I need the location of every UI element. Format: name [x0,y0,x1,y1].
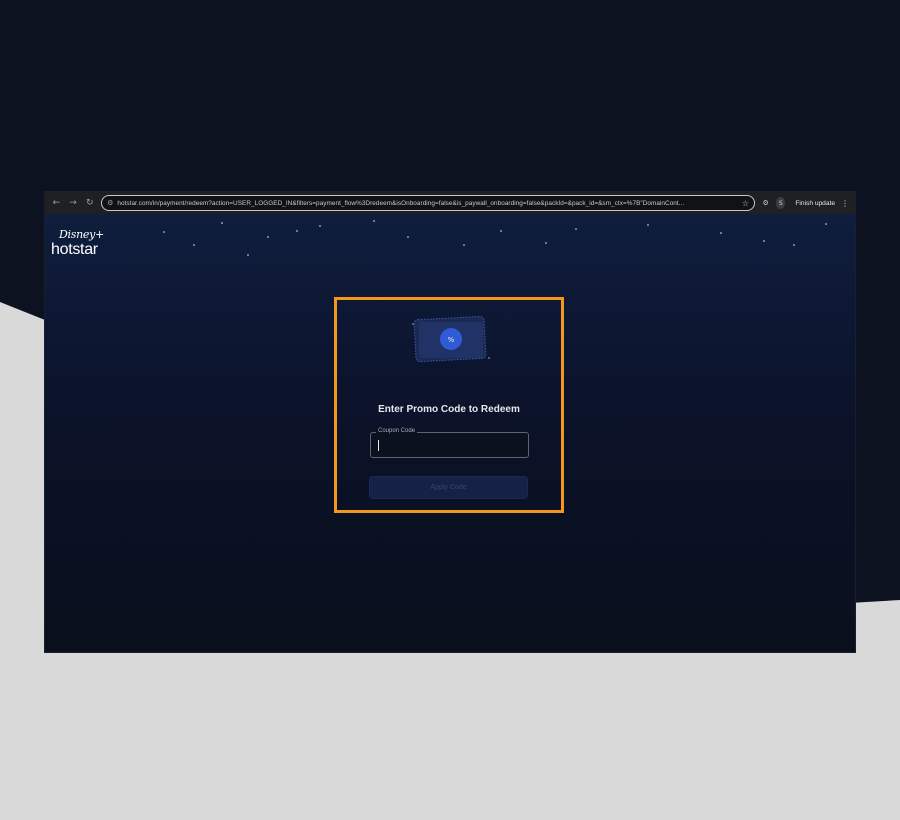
star-dot [545,242,547,244]
star-dot [319,225,321,227]
star-dot [463,244,465,246]
arrow-left-icon[interactable]: ← [51,196,62,210]
browser-window: ← → ↻ ⚙ hotstar.com/in/payment/redeem?ac… [45,192,855,652]
star-dot [221,222,223,224]
finish-update-button[interactable]: Finish update [795,200,835,207]
hotstar-page: Disney+ hotstar % Enter Promo Code to Re… [45,214,855,652]
star-dot [267,236,269,238]
page-title: Enter Promo Code to Redeem [378,404,520,415]
coupon-card-icon: % [412,315,490,363]
star-dot [575,228,577,230]
star-dot [296,230,298,232]
logo-hotstar-text: hotstar [51,241,98,258]
extension-icon[interactable]: ⚙ [761,197,770,209]
reload-icon[interactable]: ↻ [84,196,95,210]
star-dot [407,236,409,238]
star-dot [193,244,195,246]
star-dot [793,244,795,246]
svg-text:%: % [448,336,455,344]
tune-icon[interactable]: ⚙ [107,199,113,207]
star-dot [825,223,827,225]
url-text[interactable]: hotstar.com/in/payment/redeem?action=USE… [117,200,738,207]
star-icon[interactable]: ☆ [742,199,749,208]
star-dot [720,232,722,234]
star-dot [763,240,765,242]
coupon-code-field[interactable]: Coupon Code [370,428,529,458]
disney-hotstar-logo[interactable]: Disney+ hotstar [51,228,104,268]
star-dot [373,220,375,222]
logo-disney-text: Disney+ [59,228,104,241]
address-bar[interactable]: ⚙ hotstar.com/in/payment/redeem?action=U… [101,195,756,211]
coupon-code-input[interactable] [376,439,524,453]
star-dot [647,224,649,226]
star-dot [500,230,502,232]
apply-code-button[interactable]: Apply Code [369,476,528,499]
coupon-code-label: Coupon Code [376,428,418,434]
star-dot [163,231,165,233]
arrow-right-icon[interactable]: → [68,196,79,210]
star-dot [247,254,249,256]
avatar[interactable]: S [776,197,786,209]
kebab-menu-icon[interactable]: ⋮ [841,199,849,208]
browser-toolbar: ← → ↻ ⚙ hotstar.com/in/payment/redeem?ac… [45,192,855,214]
